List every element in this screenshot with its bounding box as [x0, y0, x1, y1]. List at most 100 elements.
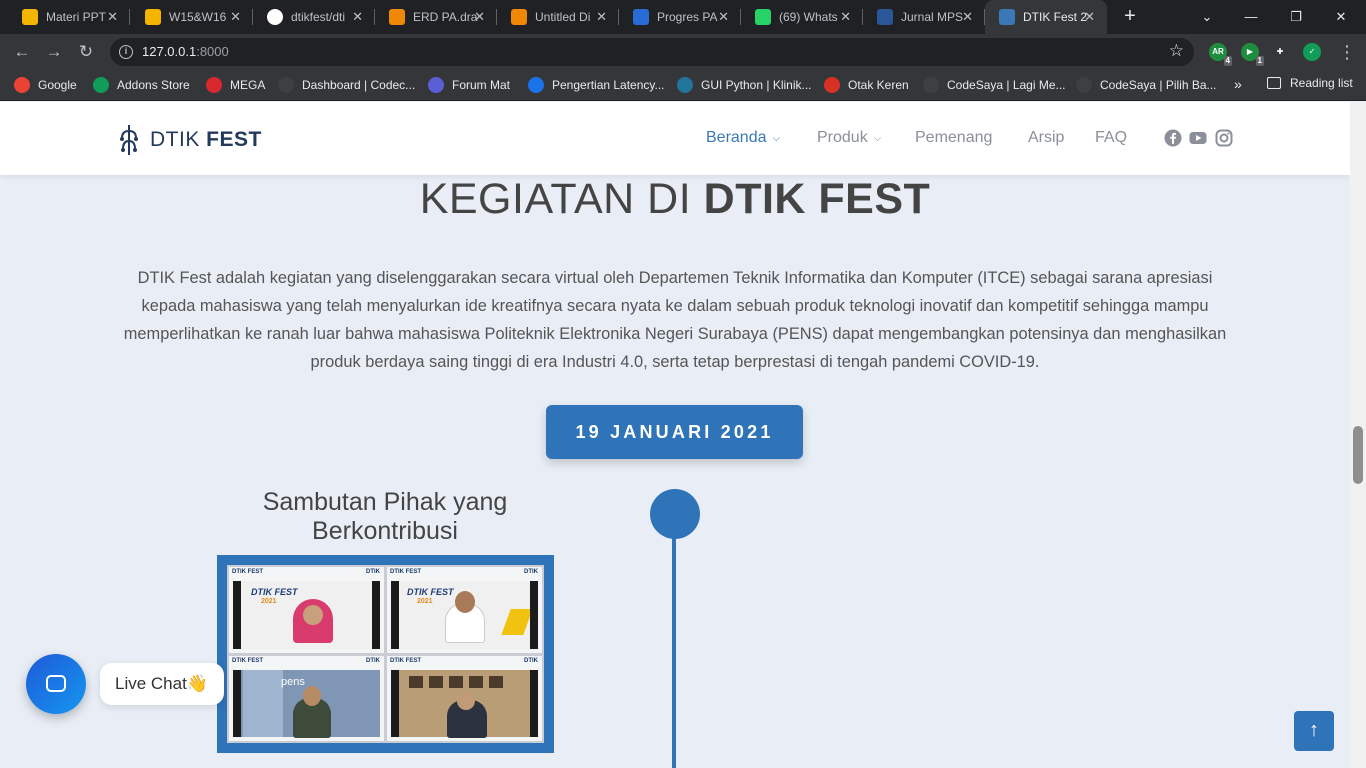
word-icon [877, 9, 893, 25]
new-tab-button[interactable]: + [1119, 5, 1141, 27]
close-window-icon[interactable]: ✕ [1330, 6, 1352, 28]
forum-icon [428, 77, 444, 93]
back-icon[interactable]: ← [11, 41, 33, 63]
video-feed: DTIK FEST 2021 [391, 581, 538, 649]
tile-tag: DTIK [366, 569, 380, 575]
section-headline: KEGIATAN DI DTIK FEST [0, 175, 1350, 224]
bookmark-item[interactable]: Dashboard | Codec... [278, 76, 415, 94]
browser-tab[interactable]: Untitled Di ✕ [497, 0, 619, 34]
extension-badge: 1 [1255, 56, 1264, 66]
frame-edge [391, 581, 399, 649]
tab-close-icon[interactable]: ✕ [352, 10, 363, 24]
shield-extension-icon[interactable]: ✓ [1303, 43, 1321, 61]
tab-title: Untitled Di [535, 10, 591, 24]
bookmarks-overflow-button[interactable]: » [1234, 76, 1242, 92]
bookmark-item[interactable]: Otak Keren [824, 76, 909, 94]
bookmark-star-icon[interactable]: ☆ [1169, 41, 1184, 61]
bookmark-label: Forum Mat [452, 78, 511, 92]
browser-tab[interactable]: Jurnal MPS ✕ [863, 0, 985, 34]
frame-edge [391, 669, 399, 737]
bookmark-item[interactable]: Forum Mat [428, 76, 510, 94]
reload-icon[interactable]: ↻ [75, 41, 97, 63]
drawio-icon [511, 9, 527, 25]
tab-title: Jurnal MPS [901, 10, 964, 24]
tab-close-icon[interactable]: ✕ [474, 10, 485, 24]
bookmark-label: Google [38, 78, 77, 92]
live-chat-button[interactable] [26, 654, 86, 714]
browser-tab[interactable]: W15&W16 ✕ [131, 0, 253, 34]
bookmark-item[interactable]: GUI Python | Klinik... [677, 76, 812, 94]
reading-list-button[interactable]: Reading list [1267, 76, 1353, 90]
tab-close-icon[interactable]: ✕ [107, 10, 118, 24]
tab-search-icon[interactable]: ⌄ [1196, 6, 1218, 28]
browser-tab[interactable]: (69) Whats ✕ [741, 0, 863, 34]
nav-item-arsip[interactable]: Arsip [1028, 129, 1064, 147]
forward-icon[interactable]: → [43, 41, 65, 63]
video-feed: pens [233, 669, 380, 738]
tab-close-icon[interactable]: ✕ [596, 10, 607, 24]
browser-tab[interactable]: DTIK Fest 2 ✕ [985, 0, 1107, 34]
video-tile: DTIK FEST DTIK [387, 655, 542, 741]
video-feed [391, 669, 538, 738]
intro-paragraph: DTIK Fest adalah kegiatan yang diselengg… [123, 269, 1227, 371]
tab-title: ERD PA.dra [413, 10, 478, 24]
video-tile: DTIK FEST DTIK pens [229, 655, 384, 741]
site-info-icon[interactable]: i [119, 45, 133, 59]
video-feed: DTIK FEST 2021 [233, 581, 380, 649]
ar-extension-icon[interactable]: AR 4 [1209, 43, 1232, 66]
bookmark-item[interactable]: Pengertian Latency... [528, 76, 665, 94]
tile-banner: DTIK FEST [232, 657, 263, 664]
minimize-icon[interactable]: — [1240, 6, 1262, 28]
tab-close-icon[interactable]: ✕ [230, 10, 241, 24]
whatsapp-icon [755, 9, 771, 25]
tile-banner: DTIK FEST [390, 657, 421, 664]
facebook-icon[interactable] [1164, 129, 1182, 147]
bookmark-item[interactable]: CodeSaya | Pilih Ba... [1076, 76, 1217, 94]
live-chat-label[interactable]: Live Chat👋 [100, 663, 224, 705]
tab-close-icon[interactable]: ✕ [718, 10, 729, 24]
nav-item-produk[interactable]: Produk ⌵ [817, 129, 881, 147]
bookmark-item[interactable]: MEGA [206, 76, 265, 94]
browser-tab[interactable]: Materi PPT ✕ [8, 0, 130, 34]
menu-kebab-icon[interactable]: ⋮ [1336, 41, 1358, 63]
browser-tab[interactable]: dtikfest/dti ✕ [253, 0, 375, 34]
tab-close-icon[interactable]: ✕ [1084, 10, 1095, 24]
bookmark-item[interactable]: CodeSaya | Lagi Me... [923, 76, 1066, 94]
addons-store-icon [93, 77, 109, 93]
dtik-logo-icon [120, 125, 138, 155]
restore-icon[interactable]: ❐ [1285, 6, 1307, 28]
tab-close-icon[interactable]: ✕ [840, 10, 851, 24]
tile-year: 2021 [417, 598, 433, 605]
tile-fest-label: DTIK FEST [407, 587, 454, 597]
bookmarks-bar: » Reading list Google Addons Store MEGA Das… [0, 70, 1366, 101]
nav-item-pemenang[interactable]: Pemenang [915, 129, 992, 147]
video-tile: DTIK FEST DTIK DTIK FEST 2021 [387, 567, 542, 653]
bookmark-item[interactable]: Addons Store [93, 76, 190, 94]
page-scrollbar[interactable] [1350, 102, 1366, 768]
url-port: :8000 [196, 44, 229, 59]
nav-item-beranda[interactable]: Beranda ⌵ [706, 129, 780, 147]
site-logo[interactable]: DTIK FEST [118, 123, 262, 157]
youtube-icon[interactable] [1189, 129, 1207, 147]
tab-close-icon[interactable]: ✕ [962, 10, 973, 24]
nav-label: Pemenang [915, 129, 993, 146]
puzzle-extension-icon[interactable]: ✚ [1271, 43, 1289, 61]
bookmark-item[interactable]: Google [14, 76, 77, 94]
back-to-top-button[interactable]: ↑ [1294, 711, 1334, 751]
mega-icon [206, 77, 222, 93]
browser-tab[interactable]: ERD PA.dra ✕ [375, 0, 497, 34]
web-page: DTIK FEST Beranda ⌵ Produk ⌵ Pemenang Arsip FA… [0, 102, 1350, 768]
wall-frame [429, 675, 443, 688]
video-extension-icon[interactable]: ▶ 1 [1241, 43, 1264, 66]
video-call-grid: DTIK FEST DTIK DTIK FEST 2021 DTIK FEST … [227, 565, 544, 743]
address-bar[interactable]: i 127.0.0.1:8000 ☆ [110, 38, 1194, 66]
nav-item-faq[interactable]: FAQ [1095, 129, 1127, 147]
scrollbar-thumb[interactable] [1353, 426, 1363, 484]
instagram-icon[interactable] [1215, 129, 1233, 147]
codec-icon [278, 77, 294, 93]
browser-tab[interactable]: Progres PA ✕ [619, 0, 741, 34]
wall-frame [409, 675, 423, 688]
event-photo[interactable]: DTIK FEST DTIK DTIK FEST 2021 DTIK FEST … [217, 555, 554, 753]
chevron-down-icon: ⌵ [772, 132, 781, 144]
nav-label: Produk [817, 129, 868, 146]
